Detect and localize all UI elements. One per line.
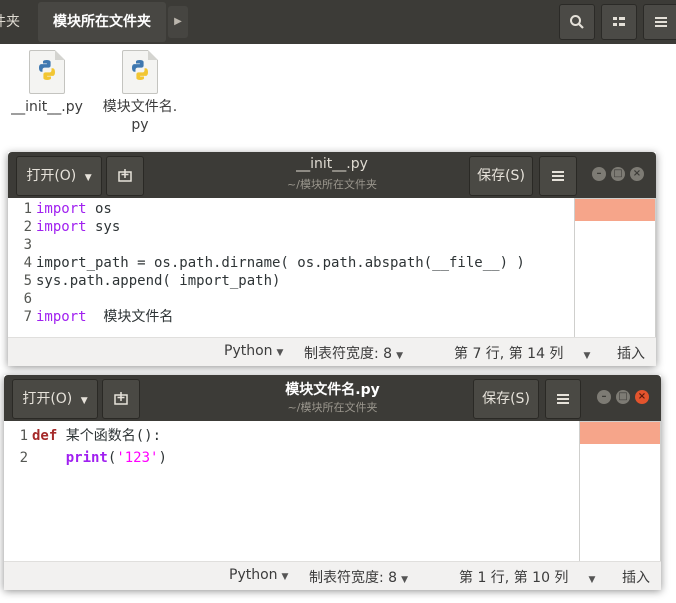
dropdown-arrow-icon: ▼ [583,351,591,361]
minimap[interactable] [579,421,661,563]
view-grid-icon [613,17,625,26]
menu-button[interactable] [545,379,581,419]
code-token: os [86,201,112,217]
code-line[interactable]: 6 [8,290,525,308]
tab-width-label: 制表符宽度: 8 [304,346,393,362]
editor-headerbar: 打开(O) ▼ 模块文件名.py ~/模块所在文件夹 保存(S) – □ × [4,375,661,421]
cursor-position-label: 第 1 行, 第 10 列 [459,570,569,586]
python-logo-icon [132,60,148,80]
dropdown-arrow-icon: ▼ [401,575,408,585]
menu-button[interactable] [539,156,577,196]
code-token: def [32,428,58,444]
status-bar: Python ▼ 制表符宽度: 8 ▼ 第 1 行, 第 10 列 ▼ 插入 [4,561,661,590]
save-button[interactable]: 保存(S) [469,156,533,196]
insert-mode: 插入 [622,570,650,586]
status-bar: Python ▼ 制表符宽度: 8 ▼ 第 7 行, 第 14 列 ▼ 插入 [8,337,656,366]
code-token: sys.path.append( import_path) [36,273,281,289]
file-item-module[interactable]: 模块文件名. py [95,50,185,134]
dropdown-arrow-icon: ▼ [588,575,596,585]
path-tab-current[interactable]: 模块所在文件夹 [38,2,166,42]
code-token: 某个函数名(): [57,428,162,444]
cursor-position[interactable]: 第 7 行, 第 14 列 ▼ [454,343,590,363]
code-editor[interactable]: 1 import os 2 import sys 3 4 import_path = os.… [8,200,525,334]
minimize-icon[interactable]: – [597,390,611,404]
file-manager-toolbar: 件夹 模块所在文件夹 ▶ [0,0,676,44]
hamburger-menu-icon [552,171,564,181]
dropdown-arrow-icon: ▼ [281,572,289,582]
minimap-viewport[interactable] [575,199,655,221]
line-number: 6 [23,291,32,307]
menu-button[interactable] [643,4,676,40]
maximize-icon[interactable]: □ [616,390,630,404]
code-token: import [36,309,87,325]
insert-mode: 插入 [617,346,645,362]
language-selector[interactable]: Python ▼ [229,567,288,583]
minimap[interactable] [574,198,656,340]
line-number: 5 [23,273,32,289]
code-token: import [36,219,87,235]
editor-window-init: 打开(O) ▼ __init__.py ~/模块所在文件夹 保存(S) – □ … [8,152,656,366]
editor-headerbar: 打开(O) ▼ __init__.py ~/模块所在文件夹 保存(S) – □ … [8,152,656,198]
cursor-position-label: 第 7 行, 第 14 列 [454,346,564,362]
minimize-icon[interactable]: – [592,167,606,181]
save-button[interactable]: 保存(S) [473,379,539,419]
tab-width-selector[interactable]: 制表符宽度: 8 ▼ [309,567,408,587]
code-token: 模块文件名 [86,309,174,325]
code-line[interactable]: 4 import_path = os.path.dirname( os.path.… [8,254,525,272]
tab-width-label: 制表符宽度: 8 [309,570,398,586]
tab-width-selector[interactable]: 制表符宽度: 8 ▼ [304,343,403,363]
line-number: 2 [23,219,32,235]
line-number: 7 [23,309,32,325]
file-name-module: 模块文件名. py [102,99,178,133]
language-selector[interactable]: Python ▼ [224,343,283,359]
dropdown-arrow-icon: ▼ [276,348,284,358]
code-token: sys [86,219,121,235]
cursor-position[interactable]: 第 1 行, 第 10 列 ▼ [459,567,595,587]
path-forward-arrow[interactable]: ▶ [168,6,188,38]
line-number: 2 [19,450,28,466]
search-button[interactable] [559,4,595,40]
code-line[interactable]: 1 import os [8,200,525,218]
code-token: import [36,201,87,217]
maximize-icon[interactable]: □ [611,167,625,181]
minimap-viewport[interactable] [580,422,660,444]
view-toggle-button[interactable] [601,4,637,40]
python-logo-icon [39,60,55,80]
code-token: print [65,450,108,466]
code-line[interactable]: 7 import 模块文件名 [8,308,525,334]
line-number: 1 [19,428,28,444]
file-item-init[interactable]: __init__.py [2,50,92,116]
line-number: 4 [23,255,32,271]
code-editor[interactable]: 1 def 某个函数名(): 2 print('123') [4,427,167,471]
path-tab-previous[interactable]: 件夹 [0,2,30,42]
editor-window-module: 打开(O) ▼ 模块文件名.py ~/模块所在文件夹 保存(S) – □ × 1… [4,375,661,590]
file-name-init: __init__.py [11,99,83,115]
code-line[interactable]: 3 [8,236,525,254]
code-token: '123' [116,450,159,466]
code-line[interactable]: 1 def 某个函数名(): [4,427,167,449]
search-icon [570,15,584,29]
python-file-icon [122,50,158,94]
line-number: 3 [23,237,32,253]
code-line[interactable]: 2 import sys [8,218,525,236]
dropdown-arrow-icon: ▼ [396,351,403,361]
python-file-icon [29,50,65,94]
language-label: Python [229,567,278,583]
hamburger-menu-icon [557,394,569,404]
code-token: import_path = os.path.dirname( os.path.a… [36,255,525,271]
code-line[interactable]: 2 print('123') [4,449,167,471]
line-number: 1 [23,201,32,217]
language-label: Python [224,343,273,359]
close-icon[interactable]: × [630,167,644,181]
code-line[interactable]: 5 sys.path.append( import_path) [8,272,525,290]
hamburger-menu-icon [655,17,667,27]
close-icon[interactable]: × [635,390,649,404]
code-token: ) [158,450,167,466]
